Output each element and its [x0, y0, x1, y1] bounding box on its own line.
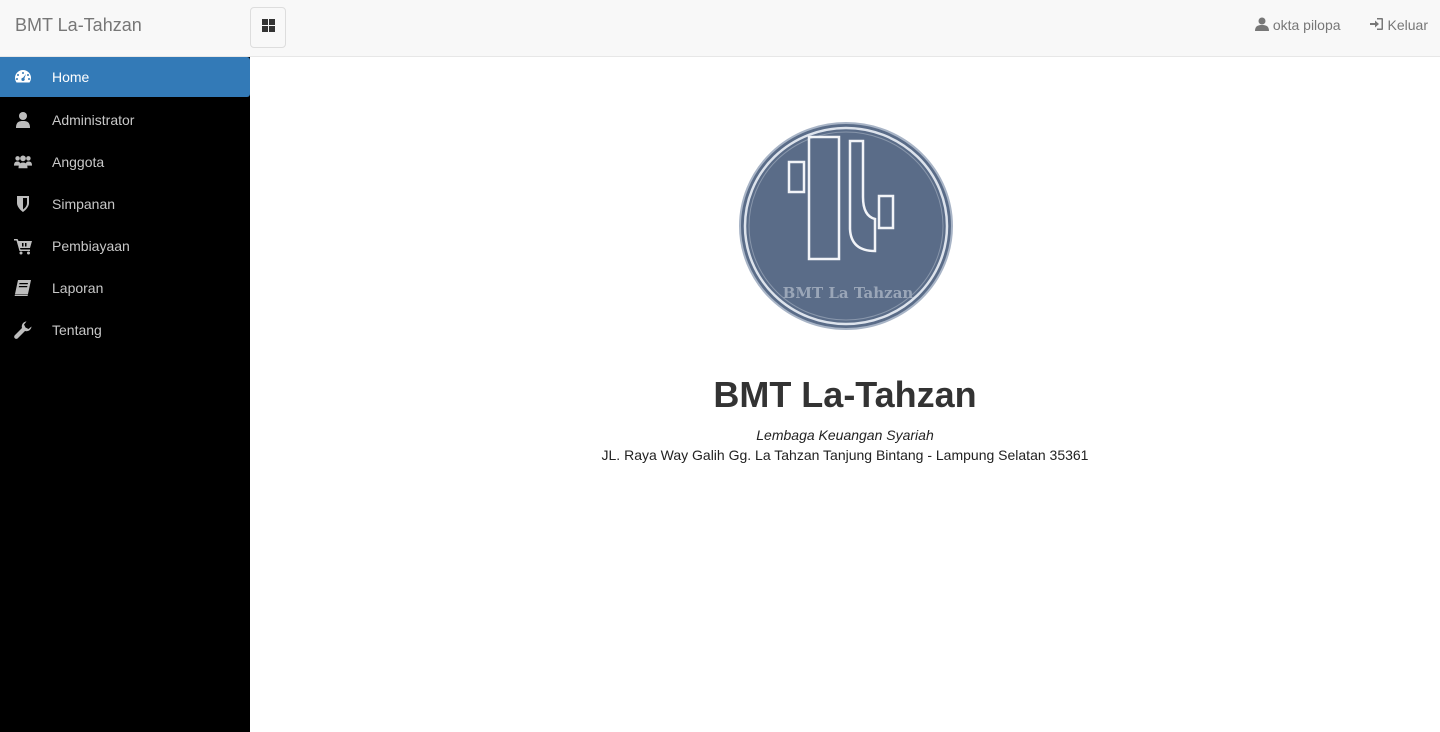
page-title: BMT La-Tahzan: [713, 374, 977, 415]
wrench-icon: [0, 321, 52, 339]
users-icon: [0, 153, 52, 171]
sidebar-item-label: Tentang: [52, 322, 102, 338]
sidebar-item-pembiayaan[interactable]: Pembiayaan: [0, 225, 250, 267]
book-icon: [0, 279, 52, 297]
user-icon: [0, 111, 52, 129]
sign-in-icon: [1369, 17, 1384, 34]
logout-link[interactable]: Keluar: [1369, 17, 1428, 34]
user-icon: [1254, 17, 1269, 34]
sidebar-item-label: Simpanan: [52, 196, 116, 212]
cart-icon: [0, 237, 52, 255]
address-text: JL. Raya Way Galih Gg. La Tahzan Tanjung…: [601, 447, 1089, 463]
bmt-logo: BMT La Tahzan: [739, 121, 955, 331]
svg-text:BMT La Tahzan: BMT La Tahzan: [783, 284, 914, 302]
sidebar-item-label: Pembiayaan: [52, 238, 130, 254]
top-navbar: BMT La-Tahzan okta pilopa Keluar: [0, 0, 1440, 57]
brand-title[interactable]: BMT La-Tahzan: [15, 14, 142, 36]
shield-icon: [0, 195, 52, 213]
sidebar-item-label: Administrator: [52, 112, 135, 128]
user-menu-link[interactable]: okta pilopa: [1254, 17, 1341, 34]
sidebar-item-tentang[interactable]: Tentang: [0, 309, 250, 351]
sidebar-item-label: Home: [52, 69, 90, 85]
sidebar: Home Administrator Anggota Simpanan Pemb…: [0, 57, 250, 732]
sidebar-item-laporan[interactable]: Laporan: [0, 267, 250, 309]
navbar-right: okta pilopa Keluar: [1227, 0, 1428, 50]
sidebar-item-anggota[interactable]: Anggota: [0, 141, 250, 183]
dashboard-icon: [0, 68, 52, 86]
main-content: BMT La Tahzan BMT La-Tahzan Lembaga Keua…: [250, 57, 1440, 732]
sidebar-item-administrator[interactable]: Administrator: [0, 99, 250, 141]
sidebar-item-label: Anggota: [52, 154, 105, 170]
page-subtitle: Lembaga Keuangan Syariah: [756, 427, 934, 443]
logout-label: Keluar: [1387, 17, 1428, 33]
sidebar-item-simpanan[interactable]: Simpanan: [0, 183, 250, 225]
sidebar-toggle-button[interactable]: [250, 7, 286, 48]
grid-icon: [261, 18, 275, 37]
sidebar-item-home[interactable]: Home: [0, 57, 250, 97]
user-name: okta pilopa: [1272, 17, 1341, 33]
sidebar-item-label: Laporan: [52, 280, 104, 296]
